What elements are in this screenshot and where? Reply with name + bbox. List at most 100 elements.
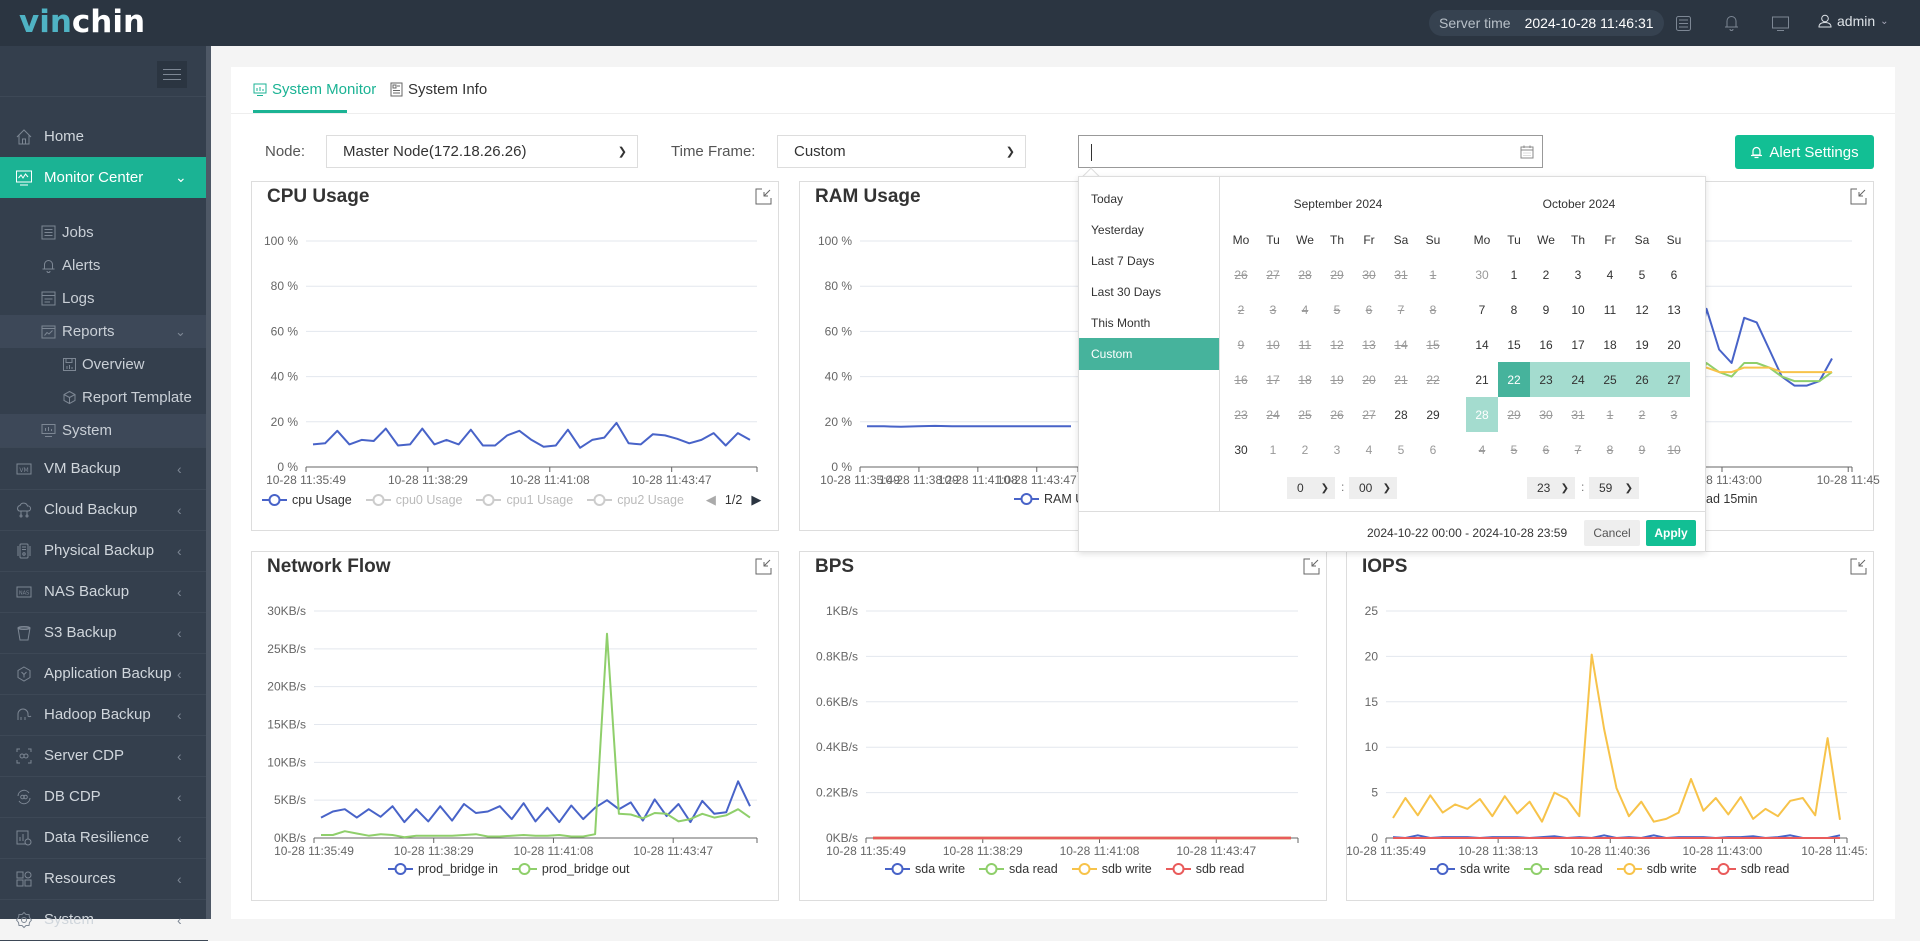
start-hour-select[interactable]: 0 ❯ xyxy=(1287,477,1335,499)
sidebar-subitem-overview[interactable]: Overview xyxy=(0,348,208,381)
sidebar-item-server-cdp[interactable]: Server CDP ‹ xyxy=(0,735,208,776)
calendar-day[interactable]: 6 xyxy=(1658,257,1690,292)
next-page-icon[interactable]: ▶ xyxy=(751,492,761,508)
calendar-day[interactable]: 1 xyxy=(1257,432,1289,467)
apply-button[interactable]: Apply xyxy=(1646,520,1696,546)
calendar-day[interactable]: 15 xyxy=(1498,327,1530,362)
calendar-day[interactable]: 22 xyxy=(1498,362,1530,397)
calendar-day[interactable]: 3 xyxy=(1321,432,1353,467)
sidebar-subitem-reports[interactable]: Reports ⌄ xyxy=(0,315,208,348)
calendar-day[interactable]: 4 xyxy=(1353,432,1385,467)
node-select[interactable]: Master Node(172.18.26.26) ❯ xyxy=(326,135,638,168)
legend-item[interactable]: sdb read xyxy=(1165,862,1244,876)
legend-item[interactable]: sda read xyxy=(1524,862,1603,876)
calendar-day[interactable]: 27 xyxy=(1658,362,1690,397)
calendar-day[interactable]: 24 xyxy=(1562,362,1594,397)
calendar-day[interactable]: 16 xyxy=(1530,327,1562,362)
sidebar-item-s3-backup[interactable]: S3 Backup ‹ xyxy=(0,612,208,653)
calendar-day[interactable]: 28 xyxy=(1466,397,1498,432)
calendar-day[interactable]: 3 xyxy=(1562,257,1594,292)
sidebar-subitem-report-template[interactable]: Report Template xyxy=(0,381,208,414)
sidebar-item-application-backup[interactable]: Application Backup ‹ xyxy=(0,653,208,694)
calendar-day[interactable]: 29 xyxy=(1417,397,1449,432)
sidebar-item-home[interactable]: Home xyxy=(0,116,208,157)
legend-item[interactable]: prod_bridge out xyxy=(511,862,630,876)
calendar-day[interactable]: 30 xyxy=(1225,432,1257,467)
bell-icon[interactable] xyxy=(1721,13,1741,33)
calendar-day[interactable]: 8 xyxy=(1498,292,1530,327)
calendar-icon[interactable] xyxy=(1520,145,1534,159)
legend-item[interactable]: cpu Usage xyxy=(262,493,352,507)
tab-system-info[interactable]: System Info xyxy=(390,81,487,98)
sidebar-item-monitor-center[interactable]: Monitor Center ⌄ xyxy=(0,157,208,198)
prev-page-icon[interactable]: ◀ xyxy=(706,492,716,508)
calendar-day[interactable]: 21 xyxy=(1466,362,1498,397)
expand-icon[interactable] xyxy=(1303,558,1320,575)
legend-item[interactable]: sdb read xyxy=(1710,862,1789,876)
tab-system-monitor[interactable]: System Monitor xyxy=(253,81,376,98)
sidebar-item-nas-backup[interactable]: NAS NAS Backup ‹ xyxy=(0,571,208,612)
legend-item[interactable]: sdb write xyxy=(1071,862,1152,876)
legend-item[interactable]: sda write xyxy=(885,862,965,876)
expand-icon[interactable] xyxy=(755,188,772,205)
end-hour-select[interactable]: 23 ❯ xyxy=(1527,477,1575,499)
calendar-day[interactable]: 18 xyxy=(1594,327,1626,362)
sidebar-subitem-system[interactable]: System xyxy=(0,414,208,447)
timeframe-select[interactable]: Custom ❯ xyxy=(777,135,1026,168)
sidebar-item-db-cdp[interactable]: DB CDP ‹ xyxy=(0,776,208,817)
calendar-day[interactable]: 2 xyxy=(1530,257,1562,292)
cancel-button[interactable]: Cancel xyxy=(1584,520,1640,546)
range-option[interactable]: Today xyxy=(1079,183,1219,214)
calendar-day[interactable]: 9 xyxy=(1530,292,1562,327)
vinchin-logo[interactable]: vinchin xyxy=(19,4,145,40)
user-menu[interactable]: admin ⌄ xyxy=(1818,13,1889,29)
start-minute-select[interactable]: 00 ❯ xyxy=(1349,477,1397,499)
calendar-day[interactable]: 25 xyxy=(1594,362,1626,397)
alert-settings-button[interactable]: Alert Settings xyxy=(1735,135,1874,169)
calendar-day[interactable]: 5 xyxy=(1385,432,1417,467)
legend-item[interactable]: cpu1 Usage xyxy=(476,493,573,507)
end-minute-select[interactable]: 59 ❯ xyxy=(1589,477,1639,499)
calendar-day[interactable]: 10 xyxy=(1562,292,1594,327)
calendar-day[interactable]: 5 xyxy=(1626,257,1658,292)
sidebar-scrollbar[interactable] xyxy=(206,46,211,919)
calendar-day[interactable]: 1 xyxy=(1498,257,1530,292)
range-option[interactable]: Last 7 Days xyxy=(1079,245,1219,276)
sidebar-item-data-resilience[interactable]: Data Resilience ‹ xyxy=(0,817,208,858)
date-range-input[interactable] xyxy=(1078,135,1543,168)
calendar-day[interactable]: 4 xyxy=(1594,257,1626,292)
display-icon[interactable] xyxy=(1770,13,1790,33)
sidebar-toggle-button[interactable] xyxy=(157,61,187,88)
range-option[interactable]: Yesterday xyxy=(1079,214,1219,245)
range-option[interactable]: Custom xyxy=(1079,338,1219,370)
expand-icon[interactable] xyxy=(755,558,772,575)
calendar-day[interactable]: 13 xyxy=(1658,292,1690,327)
sidebar-subitem-alerts[interactable]: Alerts xyxy=(0,249,208,282)
sidebar-item-vm-backup[interactable]: VM VM Backup ‹ xyxy=(0,448,208,489)
sidebar-subitem-jobs[interactable]: Jobs xyxy=(0,216,208,249)
calendar-day[interactable]: 11 xyxy=(1594,292,1626,327)
calendar-day[interactable]: 7 xyxy=(1466,292,1498,327)
calendar-day[interactable]: 28 xyxy=(1385,397,1417,432)
sidebar-item-resources[interactable]: Resources ‹ xyxy=(0,858,208,899)
calendar-day[interactable]: 20 xyxy=(1658,327,1690,362)
expand-icon[interactable] xyxy=(1850,558,1867,575)
legend-item[interactable]: sdb write xyxy=(1616,862,1697,876)
calendar-day[interactable]: 17 xyxy=(1562,327,1594,362)
legend-item[interactable]: prod_bridge in xyxy=(388,862,498,876)
legend-item[interactable]: sda write xyxy=(1430,862,1510,876)
calendar-day[interactable]: 2 xyxy=(1289,432,1321,467)
calendar-day[interactable]: 14 xyxy=(1466,327,1498,362)
legend-item[interactable]: cpu2 Usage xyxy=(587,493,684,507)
calendar-day[interactable]: 23 xyxy=(1530,362,1562,397)
sidebar-item-system[interactable]: System ‹ xyxy=(0,899,208,940)
sidebar-item-hadoop-backup[interactable]: Hadoop Backup ‹ xyxy=(0,694,208,735)
sidebar-item-physical-backup[interactable]: Physical Backup ‹ xyxy=(0,530,208,571)
task-list-icon[interactable] xyxy=(1673,13,1693,33)
sidebar-subitem-logs[interactable]: Logs xyxy=(0,282,208,315)
calendar-day[interactable]: 6 xyxy=(1417,432,1449,467)
legend-item[interactable]: sda read xyxy=(979,862,1058,876)
range-option[interactable]: This Month xyxy=(1079,307,1219,338)
calendar-day[interactable]: 30 xyxy=(1466,257,1498,292)
calendar-day[interactable]: 19 xyxy=(1626,327,1658,362)
